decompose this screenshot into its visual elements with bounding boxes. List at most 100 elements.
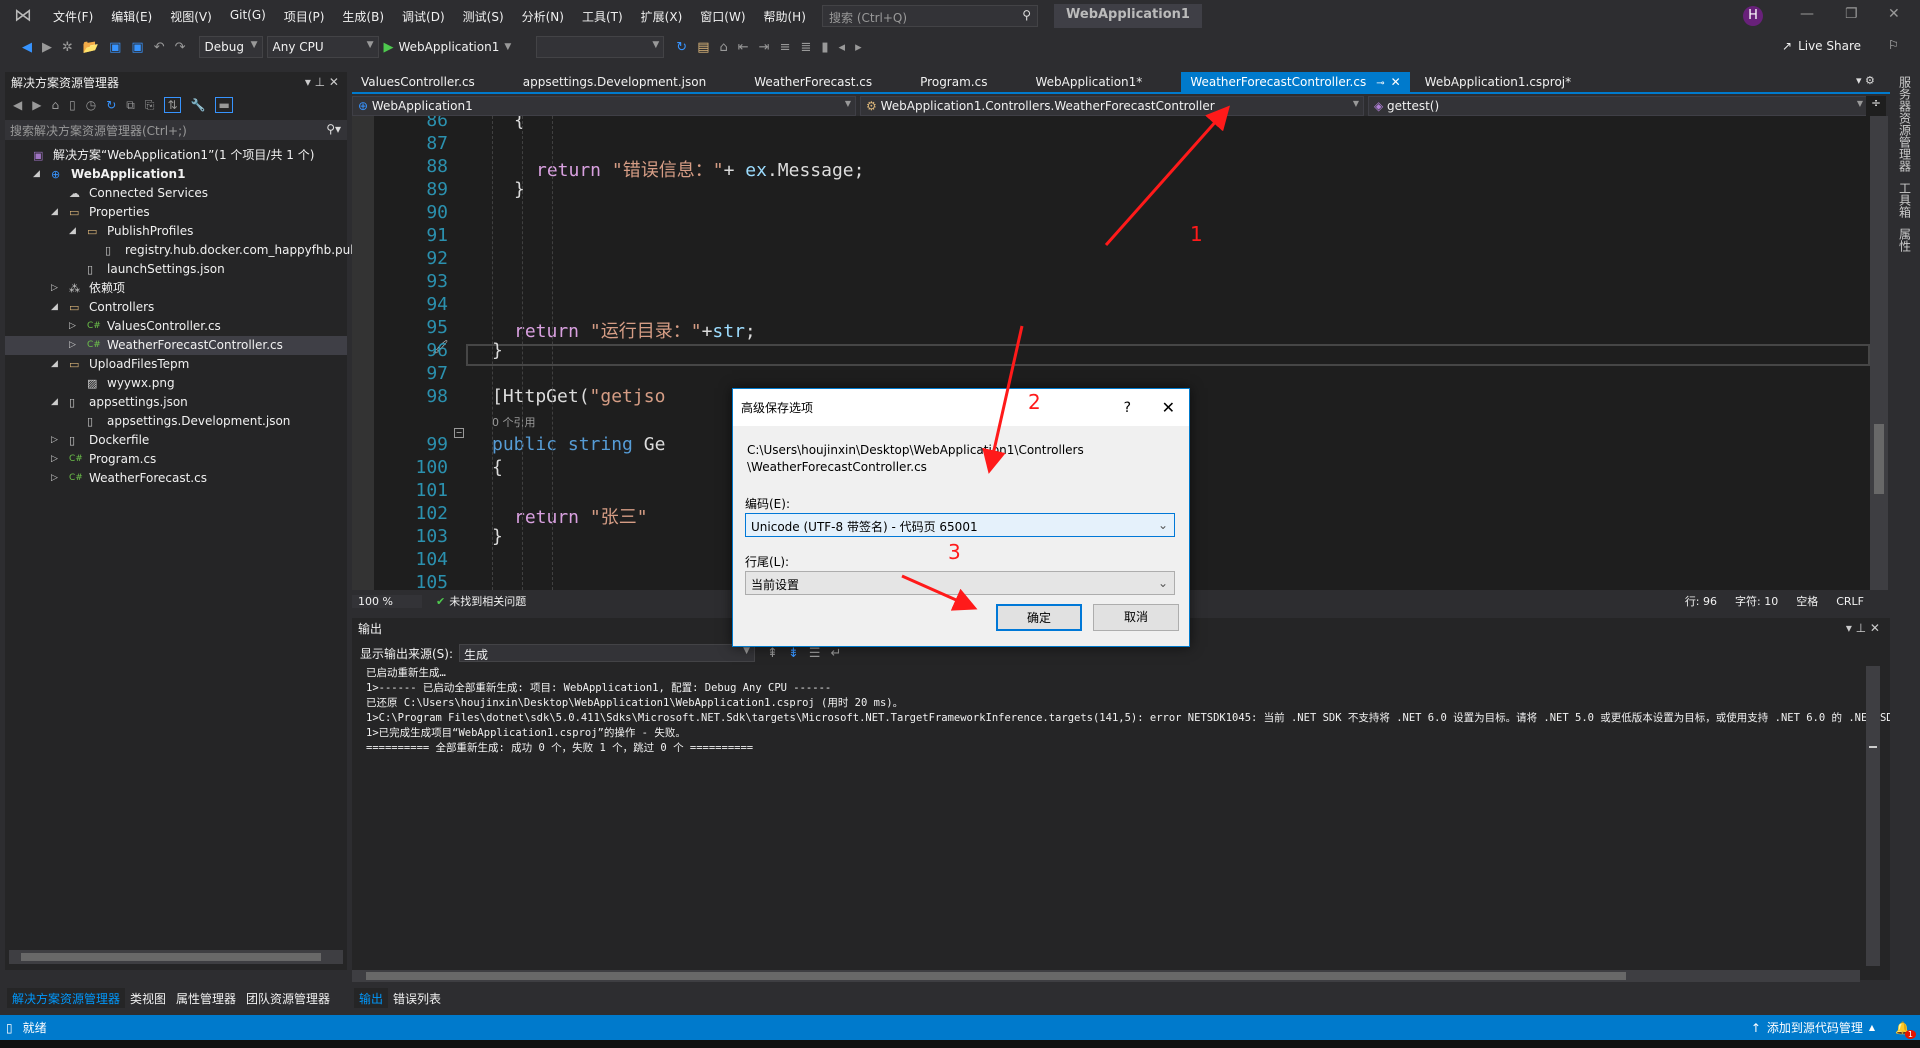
configuration-select[interactable]: Debug ▼ xyxy=(198,36,263,58)
save-all-icon[interactable]: ▣ xyxy=(131,40,143,55)
tree-item[interactable]: ▣ 解决方案“WebApplication1”(1 个项目/共 1 个) xyxy=(5,146,347,165)
tree-item[interactable]: ◢ ▭ UploadFilesTepm xyxy=(5,355,347,374)
menu-item[interactable]: 视图(V) xyxy=(161,8,221,25)
menu-item[interactable]: 分析(N) xyxy=(513,8,573,25)
undo-icon[interactable]: ↶ xyxy=(154,40,165,55)
tab-valuescontroller-cs[interactable]: ValuesController.cs xyxy=(352,72,484,92)
bottom-tab[interactable]: 错误列表 xyxy=(388,988,446,1008)
word-wrap-icon[interactable]: ↵ xyxy=(831,646,842,661)
tree-item[interactable]: ▷ C# Program.cs xyxy=(5,450,347,469)
member-dropdown[interactable]: ◈ gettest() ▼ xyxy=(1368,96,1868,116)
tab-appsettings-development-json[interactable]: appsettings.Development.json xyxy=(514,72,715,92)
tree-item[interactable]: ▨ wyywx.png xyxy=(5,374,347,393)
expanded-icon[interactable]: ◢ xyxy=(33,165,40,184)
panel-controls[interactable]: ▾ ⊥ ✕ xyxy=(1846,621,1880,635)
sync-icon[interactable]: ↻ xyxy=(106,98,116,112)
chevron-down-icon[interactable]: ▼ xyxy=(504,42,511,52)
redo-icon[interactable]: ↷ xyxy=(175,40,186,55)
tab-overflow-icon[interactable]: ▾ ⚙ xyxy=(1856,74,1875,87)
goto-error-icon[interactable]: ⇟ xyxy=(788,646,799,661)
bottom-tab[interactable]: 类视图 xyxy=(125,988,171,1008)
bottom-tab[interactable]: 解决方案资源管理器 xyxy=(7,988,126,1008)
output-horizontal-scrollbar[interactable] xyxy=(352,970,1860,982)
restore-icon[interactable]: ❐ xyxy=(1845,6,1858,22)
menu-item[interactable]: 编辑(E) xyxy=(102,8,161,25)
properties-icon[interactable]: 🔧 xyxy=(191,98,206,112)
search-input[interactable]: 搜索 (Ctrl+Q) ⚲ xyxy=(822,5,1038,27)
encoding-select[interactable]: Unicode (UTF-8 带签名) - 代码页 65001 ⌄ xyxy=(745,513,1175,537)
tab-program-cs[interactable]: Program.cs xyxy=(911,72,996,92)
editor-vertical-scrollbar[interactable] xyxy=(1870,116,1888,590)
add-to-source-control-button[interactable]: 添加到源代码管理 xyxy=(1767,1019,1863,1036)
feedback-icon[interactable]: ⚐ xyxy=(1888,38,1899,52)
pending-changes-icon[interactable]: ◷ xyxy=(86,98,96,112)
menu-item[interactable]: 扩展(X) xyxy=(632,8,692,25)
tree-item[interactable]: ▷ C# WeatherForecast.cs xyxy=(5,469,347,488)
tree-item[interactable]: ▯ registry.hub.docker.com_happyfhb.pubxml xyxy=(5,241,380,260)
platform-select[interactable]: Any CPU ▼ xyxy=(266,36,379,58)
show-all-files-icon[interactable]: ⎘ xyxy=(145,98,155,113)
bookmark-next-icon[interactable]: ▸ xyxy=(855,40,862,55)
eol-select[interactable]: 当前设置 ⌄ xyxy=(745,571,1175,595)
tree-item[interactable]: ▷ ⁂ 依赖项 xyxy=(5,279,347,298)
menu-item[interactable]: 项目(P) xyxy=(275,8,334,25)
back-icon[interactable]: ◀ xyxy=(13,98,22,112)
expanded-icon[interactable]: ◢ xyxy=(51,393,58,412)
forward-icon[interactable]: ▶ xyxy=(42,40,52,55)
output-vertical-scrollbar[interactable] xyxy=(1866,666,1880,966)
collapsed-icon[interactable]: ▷ xyxy=(51,279,58,298)
menu-item[interactable]: 调试(D) xyxy=(393,8,454,25)
panel-controls[interactable]: ▾ ⊥ ✕ xyxy=(305,75,339,89)
solution-search-input[interactable]: 搜索解决方案资源管理器(Ctrl+;) ⚲▾ xyxy=(5,120,347,140)
menu-item[interactable]: 测试(S) xyxy=(454,8,513,25)
open-icon[interactable]: 📂 xyxy=(83,40,99,55)
browse-folder-icon[interactable]: ▤ xyxy=(697,40,709,55)
close-tab-icon[interactable]: ✕ xyxy=(1391,75,1401,89)
outdent-icon[interactable]: ⇥ xyxy=(759,40,770,55)
issues-status[interactable]: 未找到相关问题 xyxy=(449,593,526,609)
bottom-tab[interactable]: 输出 xyxy=(354,988,389,1008)
project-dropdown[interactable]: ⊕ WebApplication1 ▼ xyxy=(352,96,856,116)
tree-item[interactable]: ◢ ▭ Properties xyxy=(5,203,347,222)
switch-view-icon[interactable]: ▯ xyxy=(69,98,76,112)
expanded-icon[interactable]: ◢ xyxy=(51,298,58,317)
collapse-icon[interactable]: − xyxy=(454,428,464,438)
clear-all-icon[interactable]: ☰ xyxy=(809,646,821,661)
class-dropdown[interactable]: ⚙ WebApplication1.Controllers.WeatherFor… xyxy=(860,96,1364,116)
track-active-icon[interactable]: ⇅ xyxy=(164,97,181,113)
split-editor-icon[interactable]: ÷ xyxy=(1866,96,1886,116)
tree-item[interactable]: ◢ ▭ PublishProfiles xyxy=(5,222,347,241)
menu-item[interactable]: 帮助(H) xyxy=(755,8,815,25)
comment-icon[interactable]: ≡ xyxy=(780,40,791,55)
bottom-tab[interactable]: 团队资源管理器 xyxy=(241,988,335,1008)
collapsed-icon[interactable]: ▷ xyxy=(51,431,58,450)
horizontal-scrollbar[interactable] xyxy=(9,950,343,964)
goto-prev-icon[interactable]: ⇞ xyxy=(767,646,778,661)
menu-item[interactable]: Git(G) xyxy=(221,8,275,25)
run-icon[interactable]: ▶ xyxy=(384,40,394,55)
minimize-icon[interactable]: — xyxy=(1800,6,1814,22)
collapsed-icon[interactable]: ▷ xyxy=(69,317,76,336)
codelens-references[interactable]: 0 个引用 xyxy=(492,414,536,430)
tree-item[interactable]: ▷ ▯ Dockerfile xyxy=(5,431,347,450)
tab-weatherforecastcontroller-cs[interactable]: WeatherForecastController.cs ⊸ ✕ xyxy=(1181,72,1410,92)
eol-indicator[interactable]: CRLF xyxy=(1836,595,1864,608)
expanded-icon[interactable]: ◢ xyxy=(51,203,58,222)
menu-item[interactable]: 工具(T) xyxy=(573,8,632,25)
close-window-icon[interactable]: ✕ xyxy=(1888,6,1900,22)
window-icon[interactable]: ⌂ xyxy=(719,40,727,55)
side-tool-tab[interactable]: 服务器资源管理器 xyxy=(1897,76,1914,172)
expanded-icon[interactable]: ◢ xyxy=(51,355,58,374)
menu-item[interactable]: 生成(B) xyxy=(333,8,393,25)
close-icon[interactable]: ✕ xyxy=(1162,398,1175,417)
live-share-button[interactable]: ↗ Live Share xyxy=(1782,39,1861,53)
new-item-icon[interactable]: ✲ xyxy=(62,40,73,55)
debug-target-select[interactable]: ▼ xyxy=(536,36,665,58)
bookmark-prev-icon[interactable]: ◂ xyxy=(839,40,846,55)
pin-icon[interactable]: ⊸ xyxy=(1376,78,1384,89)
refresh-icon[interactable]: ↻ xyxy=(676,40,687,55)
ok-button[interactable]: 确定 xyxy=(996,604,1082,631)
tree-item[interactable]: ☁ Connected Services xyxy=(5,184,347,203)
zoom-select[interactable]: 100 % xyxy=(352,594,422,608)
collapse-all-icon[interactable]: ⧉ xyxy=(126,98,135,113)
